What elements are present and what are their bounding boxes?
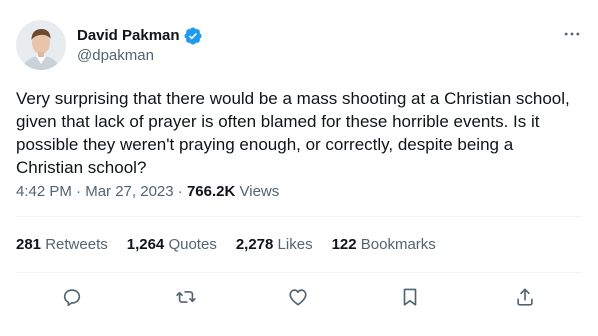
retweets-stat[interactable]: 281 Retweets [16,235,108,255]
bookmarks-label: Bookmarks [360,236,436,253]
likes-stat[interactable]: 2,278 Likes [236,235,313,255]
retweet-icon [176,291,196,303]
quotes-stat[interactable]: 1,264 Quotes [127,235,217,255]
author-handle[interactable]: @dpakman [77,47,154,65]
bookmarks-count: 122 [331,236,357,253]
tweet-date[interactable]: Mar 27, 2023 [85,183,173,200]
divider [16,272,582,273]
bookmarks-stat[interactable]: 122 Bookmarks [332,235,436,255]
bookmark-icon [403,288,417,306]
views-count: 766.2K [186,183,236,200]
quotes-count: 1,264 [126,236,165,253]
more-options-icon[interactable] [559,24,585,44]
like-icon [289,289,307,306]
retweet-button[interactable] [171,282,201,312]
engagement-stats: 281 Retweets 1,264 Quotes 2,278 Likes 12… [16,235,455,255]
tweet-card: David Pakman @dpakman Very surprising th… [0,0,598,336]
reply-icon [63,289,81,307]
tweet-meta: 4:42 PM · Mar 27, 2023 · 766.2K Views [16,182,279,202]
views-label: Views [239,183,280,200]
tweet-text: Very surprising that there would be a ma… [16,89,570,177]
share-button[interactable] [510,282,540,312]
likes-count: 2,278 [235,236,274,253]
share-icon [517,288,533,306]
author-display-name[interactable]: David Pakman [77,27,180,45]
author-name-row: David Pakman [77,26,203,46]
like-button[interactable] [283,282,313,312]
avatar[interactable] [16,20,66,70]
meta-separator: · [177,183,183,200]
quotes-label: Quotes [168,236,217,253]
likes-label: Likes [277,236,313,253]
verified-badge-icon[interactable] [183,26,203,46]
divider [16,216,582,217]
retweets-label: Retweets [45,236,108,253]
retweets-count: 281 [16,236,42,253]
tweet-time[interactable]: 4:42 PM [16,183,72,200]
bookmark-button[interactable] [395,282,425,312]
reply-button[interactable] [57,282,87,312]
meta-separator: · [76,183,82,200]
action-bar [0,282,598,312]
